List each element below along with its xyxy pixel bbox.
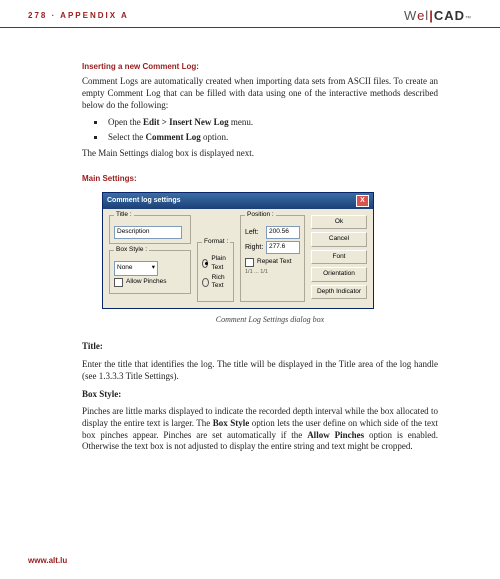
step-select-option: Select the Comment Log option. [106,132,438,144]
footer-url: www.alt.lu [28,556,67,565]
group-position-label: Position : [245,211,276,219]
inserting-paragraph-1: Comment Logs are automatically created w… [82,76,438,111]
radio-plain-text[interactable]: Plain Text [202,255,229,272]
page-appendix-label: 278 · APPENDIX A [28,11,129,20]
section-mainsettings-heading: Main Settings: [82,174,438,184]
boxstyle-heading: Box Style: [82,389,438,401]
step-open-menu: Open the Edit > Insert New Log menu. [106,117,438,129]
title-input[interactable]: Description [114,226,182,239]
inserting-steps-list: Open the Edit > Insert New Log menu. Sel… [106,117,438,143]
boxstyle-paragraph: Pinches are little marks displayed to in… [82,406,438,453]
cancel-button[interactable]: Cancel [311,232,367,246]
font-button[interactable]: Font [311,250,367,264]
group-boxstyle-label: Box Style : [114,246,149,254]
group-title-label: Title : [114,211,134,219]
label-left: Left: [245,228,263,237]
group-position: Position : Left: 200.56 Right: 277.6 Rep… [240,215,305,302]
unit-range-text: 1/1 ... 1/1 [245,269,300,276]
boxstyle-select[interactable]: None▾ [114,261,158,276]
dialog-screenshot: Comment log settings X Title : Descripti… [102,192,438,326]
right-input[interactable]: 277.6 [266,241,300,254]
chevron-down-icon: ▾ [152,264,155,272]
brand-logo: Wel|CAD™ [404,8,472,23]
page-header: 278 · APPENDIX A Wel|CAD™ [0,0,500,28]
radio-rich-text[interactable]: Rich Text [202,274,229,291]
dialog-button-column: Ok Cancel Font Orientation Depth Indicat… [311,215,367,302]
dialog-caption: Comment Log Settings dialog box [102,315,438,325]
group-format-label: Format : [202,238,230,246]
dialog-title-text: Comment log settings [107,196,181,205]
inserting-paragraph-2: The Main Settings dialog box is displaye… [82,148,438,160]
radio-on-icon [202,259,208,268]
section-inserting-heading: Inserting a new Comment Log: [82,62,438,72]
depth-indicator-button[interactable]: Depth Indicator [311,285,367,299]
orientation-button[interactable]: Orientation [311,267,367,281]
checkbox-icon [245,258,254,267]
group-boxstyle: Box Style : None▾ Allow Pinches [109,250,191,294]
page-content: Inserting a new Comment Log: Comment Log… [0,28,500,453]
group-title: Title : Description [109,215,191,244]
checkbox-icon [114,278,123,287]
label-right: Right: [245,243,263,252]
group-format: Format : Plain Text Rich Text [197,242,234,302]
title-field-paragraph: Enter the title that identifies the log.… [82,359,438,382]
comment-log-settings-dialog: Comment log settings X Title : Descripti… [102,192,374,309]
allow-pinches-checkbox[interactable]: Allow Pinches [114,278,186,287]
dialog-titlebar: Comment log settings X [103,193,373,209]
close-icon[interactable]: X [356,195,369,207]
radio-off-icon [202,278,209,287]
title-field-heading: Title: [82,341,438,353]
repeat-text-checkbox[interactable]: Repeat Text [245,258,300,267]
left-input[interactable]: 200.56 [266,226,300,239]
ok-button[interactable]: Ok [311,215,367,229]
